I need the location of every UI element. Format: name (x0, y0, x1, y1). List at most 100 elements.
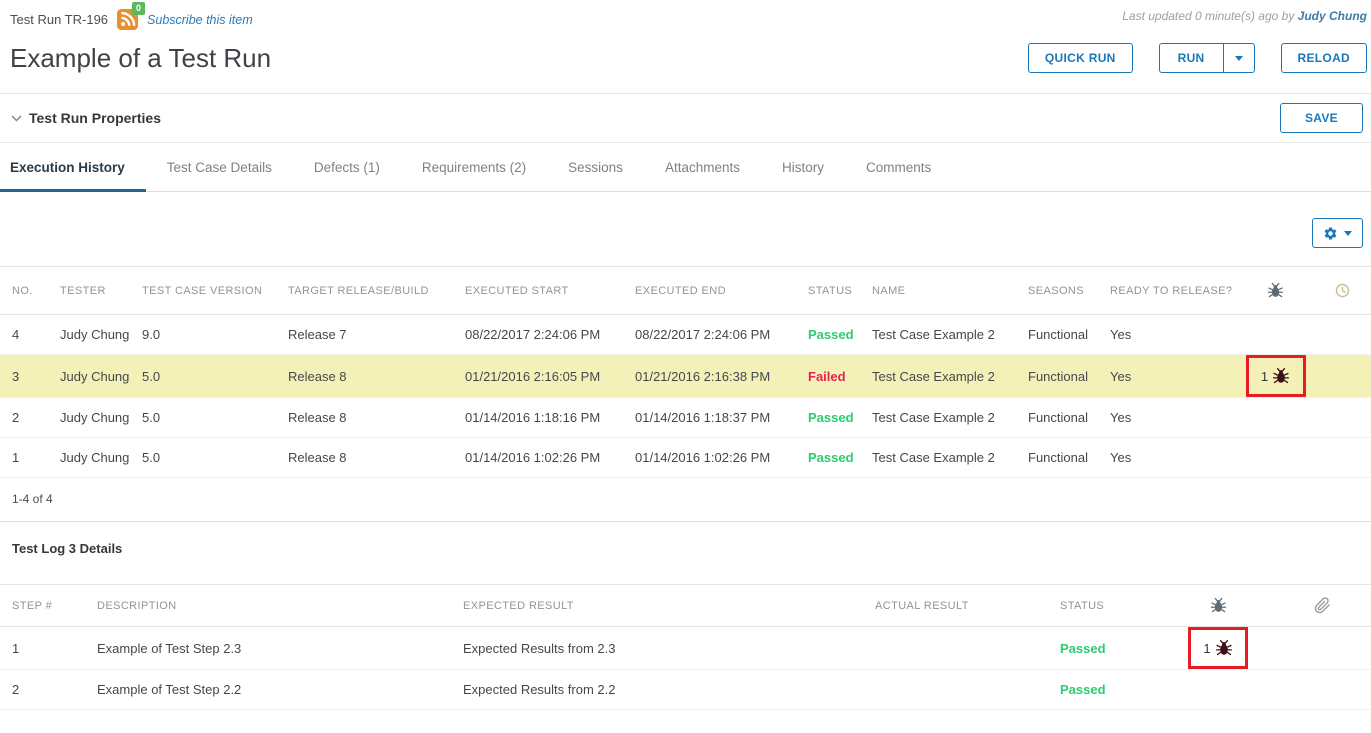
paperclip-icon (1314, 597, 1331, 614)
cell-expected: Expected Results from 2.2 (451, 670, 863, 710)
cell-no: 2 (0, 398, 48, 438)
cell-name: Test Case Example 2 (860, 355, 1016, 398)
col-step-attachments[interactable] (1273, 585, 1371, 627)
execution-row-selected[interactable]: 3 Judy Chung 5.0 Release 8 01/21/2016 2:… (0, 355, 1371, 398)
tab-history[interactable]: History (761, 143, 845, 191)
step-row[interactable]: 2 Example of Test Step 2.2 Expected Resu… (0, 670, 1371, 710)
tab-defects[interactable]: Defects (1) (293, 143, 401, 191)
cell-time (1313, 438, 1371, 478)
tab-attachments[interactable]: Attachments (644, 143, 761, 191)
col-no[interactable]: NO. (0, 267, 48, 315)
cell-no: 4 (0, 315, 48, 355)
quick-run-button[interactable]: QUICK RUN (1028, 43, 1133, 73)
cell-defects: 1 (1238, 355, 1313, 398)
steps-header-row: STEP # DESCRIPTION EXPECTED RESULT ACTUA… (0, 585, 1371, 627)
last-updated: Last updated 0 minute(s) ago by Judy Chu… (1122, 9, 1369, 23)
run-split-button: RUN (1159, 43, 1255, 73)
cell-ready: Yes (1098, 315, 1238, 355)
save-button[interactable]: SAVE (1280, 103, 1363, 133)
rss-subscribe-control[interactable]: 0 (117, 9, 138, 30)
cell-version: 5.0 (130, 355, 276, 398)
caret-down-icon (1344, 231, 1352, 236)
execution-row[interactable]: 2 Judy Chung 5.0 Release 8 01/14/2016 1:… (0, 398, 1371, 438)
topbar: Test Run TR-196 0 Subscribe this item La… (0, 0, 1371, 35)
item-id-label: Test Run TR-196 (10, 12, 108, 27)
defect-count: 1 (1261, 369, 1268, 384)
cell-status: Passed (796, 398, 860, 438)
cell-step-defects: 1 (1163, 627, 1273, 670)
col-actual-result[interactable]: ACTUAL RESULT (863, 585, 1048, 627)
page: Test Run TR-196 0 Subscribe this item La… (0, 0, 1371, 733)
tab-sessions[interactable]: Sessions (547, 143, 644, 191)
tab-bar: Execution History Test Case Details Defe… (0, 143, 1371, 192)
cell-version: 5.0 (130, 438, 276, 478)
cell-end: 08/22/2017 2:24:06 PM (623, 315, 796, 355)
cell-step-status: Passed (1048, 627, 1163, 670)
col-step-status[interactable]: STATUS (1048, 585, 1163, 627)
cell-time (1313, 398, 1371, 438)
properties-collapse-toggle[interactable]: Test Run Properties (10, 110, 161, 126)
defect-annotation-box[interactable]: 1 (1188, 627, 1248, 669)
tab-test-case-details[interactable]: Test Case Details (146, 143, 293, 191)
cell-target: Release 8 (276, 398, 453, 438)
execution-row[interactable]: 4 Judy Chung 9.0 Release 7 08/22/2017 2:… (0, 315, 1371, 355)
col-ready-to-release[interactable]: READY TO RELEASE? (1098, 267, 1238, 315)
clock-icon (1334, 282, 1351, 299)
cell-name: Test Case Example 2 (860, 398, 1016, 438)
cell-seasons: Functional (1016, 355, 1098, 398)
cell-step-attachments (1273, 670, 1371, 710)
tab-execution-history[interactable]: Execution History (0, 143, 146, 191)
cell-tester: Judy Chung (48, 398, 130, 438)
col-seasons[interactable]: SEASONS (1016, 267, 1098, 315)
cell-seasons: Functional (1016, 438, 1098, 478)
cell-target: Release 7 (276, 315, 453, 355)
cell-step-defects (1163, 670, 1273, 710)
execution-row[interactable]: 1 Judy Chung 5.0 Release 8 01/14/2016 1:… (0, 438, 1371, 478)
step-row[interactable]: 1 Example of Test Step 2.3 Expected Resu… (0, 627, 1371, 670)
cell-end: 01/21/2016 2:16:38 PM (623, 355, 796, 398)
defect-annotation-box[interactable]: 1 (1246, 355, 1306, 397)
col-step-defects[interactable] (1163, 585, 1273, 627)
col-version[interactable]: TEST CASE VERSION (130, 267, 276, 315)
col-name[interactable]: NAME (860, 267, 1016, 315)
execution-history-table: NO. TESTER TEST CASE VERSION TARGET RELE… (0, 266, 1371, 478)
chevron-down-icon (10, 112, 23, 125)
cell-ready: Yes (1098, 438, 1238, 478)
cell-target: Release 8 (276, 438, 453, 478)
rss-count-badge: 0 (132, 2, 145, 15)
cell-defects (1238, 398, 1313, 438)
col-executed-end[interactable]: EXECUTED END (623, 267, 796, 315)
pagination-label: 1-4 of 4 (0, 478, 1371, 522)
grid-toolbar (0, 192, 1371, 266)
col-target-release[interactable]: TARGET RELEASE/BUILD (276, 267, 453, 315)
cell-description: Example of Test Step 2.3 (85, 627, 451, 670)
col-defects[interactable] (1238, 267, 1313, 315)
tab-comments[interactable]: Comments (845, 143, 952, 191)
reload-button[interactable]: RELOAD (1281, 43, 1367, 73)
cell-description: Example of Test Step 2.2 (85, 670, 451, 710)
bug-icon (1272, 367, 1290, 385)
last-updated-user-link[interactable]: Judy Chung (1298, 9, 1367, 23)
test-log-details-title: Test Log 3 Details (0, 522, 1371, 558)
run-dropdown-button[interactable] (1223, 43, 1255, 73)
grid-settings-button[interactable] (1312, 218, 1363, 248)
bug-icon (1210, 597, 1227, 614)
col-description[interactable]: DESCRIPTION (85, 585, 451, 627)
col-expected-result[interactable]: EXPECTED RESULT (451, 585, 863, 627)
page-title: Example of a Test Run (10, 41, 271, 75)
run-button[interactable]: RUN (1159, 43, 1224, 73)
cell-step-number: 2 (0, 670, 85, 710)
tab-requirements[interactable]: Requirements (2) (401, 143, 547, 191)
title-row: Example of a Test Run QUICK RUN RUN RELO… (0, 35, 1371, 87)
cell-step-attachments (1273, 627, 1371, 670)
col-execution-time[interactable] (1313, 267, 1371, 315)
cell-time (1313, 355, 1371, 398)
cell-defects (1238, 438, 1313, 478)
col-status[interactable]: STATUS (796, 267, 860, 315)
col-tester[interactable]: TESTER (48, 267, 130, 315)
col-step-number[interactable]: STEP # (0, 585, 85, 627)
cell-step-status: Passed (1048, 670, 1163, 710)
cell-actual (863, 670, 1048, 710)
subscribe-link[interactable]: Subscribe this item (147, 13, 253, 27)
col-executed-start[interactable]: EXECUTED START (453, 267, 623, 315)
